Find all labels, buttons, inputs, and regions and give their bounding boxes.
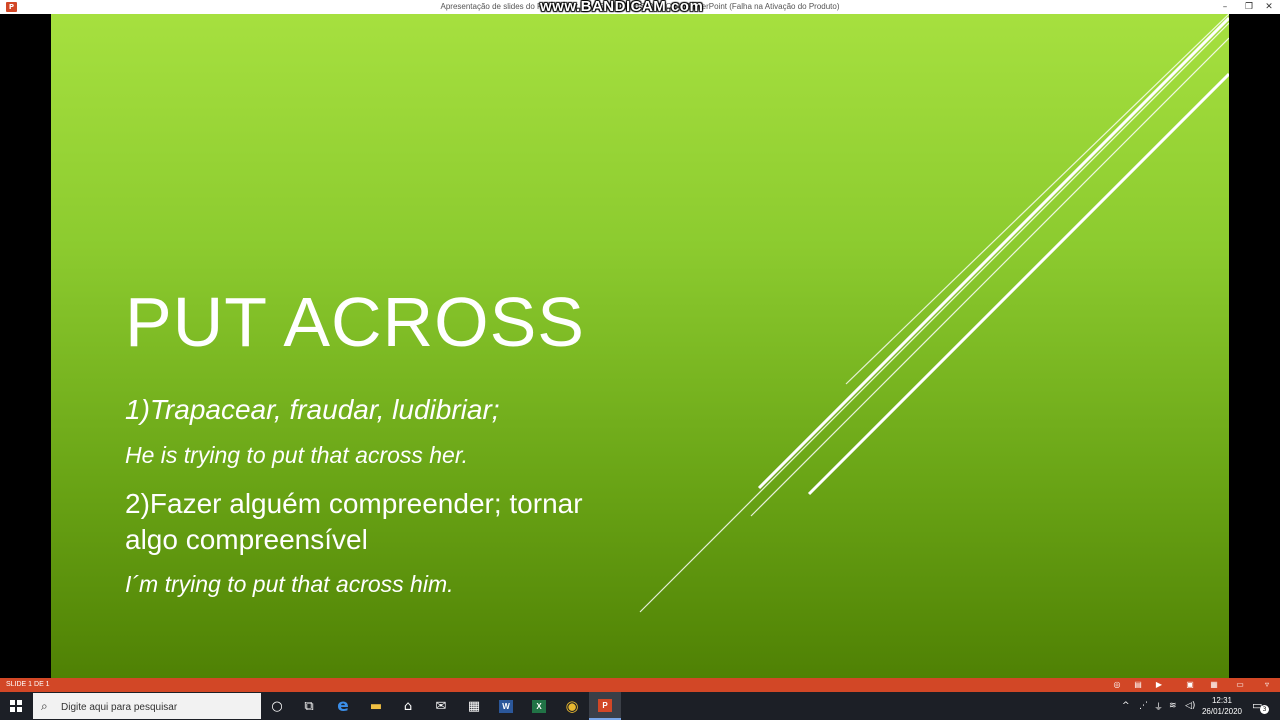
network-activity-icon[interactable]: ⋰: [1139, 692, 1148, 720]
usb-icon[interactable]: ⏚: [1154, 692, 1163, 720]
notification-count-badge: 3: [1260, 705, 1269, 714]
deco-line-3: [750, 37, 1229, 517]
slide-title: PUT ACROSS: [125, 283, 585, 361]
slide-number-indicator: SLIDE 1 DE 1: [6, 681, 50, 688]
tray-chevron-icon[interactable]: ^: [1122, 692, 1130, 720]
clock-date: 26/01/2020: [1201, 707, 1243, 716]
powerpoint-taskbar-icon[interactable]: P: [589, 692, 621, 720]
play-icon[interactable]: ▶: [1154, 680, 1164, 690]
definition-2-line-1: 2)Fazer alguém compreender; tornar: [125, 488, 583, 519]
cortana-icon[interactable]: ○: [261, 692, 293, 720]
edge-icon[interactable]: e: [327, 692, 359, 720]
system-clock[interactable]: 12:31 26/01/2020: [1198, 695, 1246, 717]
chrome-icon[interactable]: ◉: [556, 692, 588, 720]
word-icon[interactable]: W: [490, 692, 522, 720]
search-icon: ⌕: [41, 699, 48, 713]
minimize-button[interactable]: –: [1214, 0, 1236, 14]
windows-taskbar: ⌕ ○ ⧉ e ▬ ⌂ ✉ ▦ W X ◉ P ^ ⋰ ⏚ ≋ ◁) 12:31…: [0, 692, 1280, 720]
task-view-icon[interactable]: ⧉: [293, 692, 325, 720]
deco-line-5: [639, 22, 1229, 613]
normal-view-icon[interactable]: ▣: [1185, 680, 1195, 690]
bandicam-watermark: www.BANDICAM.com: [540, 0, 704, 15]
status-bar: SLIDE 1 DE 1 ◎ ▤ ▶ ▣ ▦ ▭ ▿: [0, 678, 1280, 692]
volume-icon[interactable]: ◁): [1185, 692, 1195, 720]
definition-2-line-2: algo compreensível: [125, 524, 368, 555]
wifi-icon[interactable]: ≋: [1169, 692, 1177, 720]
example-1: He is trying to put that across her.: [125, 442, 469, 468]
definition-2: 2)Fazer alguém compreender; tornar algo …: [125, 486, 583, 558]
slide-sorter-icon[interactable]: ▦: [1209, 680, 1219, 690]
start-button[interactable]: [0, 692, 32, 720]
file-explorer-icon[interactable]: ▬: [360, 692, 392, 720]
presenter-icon[interactable]: ◎: [1112, 680, 1122, 690]
excel-icon[interactable]: X: [523, 692, 555, 720]
close-button[interactable]: ✕: [1258, 0, 1280, 14]
fit-icon[interactable]: ▿: [1262, 680, 1272, 690]
taskbar-search[interactable]: ⌕: [33, 693, 261, 719]
definition-1: 1)Trapacear, fraudar, ludibriar;: [125, 394, 500, 425]
reading-view-icon[interactable]: ▭: [1235, 680, 1245, 690]
deco-line-2: [757, 16, 1229, 490]
clock-time: 12:31: [1211, 696, 1233, 705]
slide[interactable]: PUT ACROSS 1)Trapacear, fraudar, ludibri…: [51, 14, 1229, 678]
restore-button[interactable]: ❐: [1238, 0, 1260, 14]
windows-logo-icon: [10, 700, 22, 712]
deco-line-4: [807, 72, 1229, 496]
notes-icon[interactable]: ▤: [1133, 680, 1143, 690]
calculator-icon[interactable]: ▦: [458, 692, 490, 720]
example-2: I´m trying to put that across him.: [125, 571, 454, 597]
mail-icon[interactable]: ✉: [425, 692, 457, 720]
deco-line-1: [845, 14, 1229, 385]
search-input[interactable]: [59, 697, 258, 717]
window-title-bar: P Apresentação de slides do PowerPoint -…: [0, 0, 1280, 15]
store-icon[interactable]: ⌂: [392, 692, 424, 720]
slideshow-area[interactable]: PUT ACROSS 1)Trapacear, fraudar, ludibri…: [0, 14, 1280, 678]
